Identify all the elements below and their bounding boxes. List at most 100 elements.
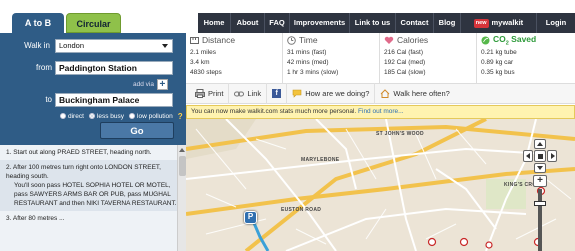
pan-center-button[interactable] [534,150,546,162]
new-badge: new [473,18,489,28]
banner-link[interactable]: Find out more... [358,108,404,115]
option-direct-label: direct [68,113,84,120]
radio-direct[interactable] [60,113,66,120]
map-pan-control [523,139,557,173]
house-icon [381,89,390,98]
ruler-icon [190,36,199,44]
directions-list: 1. Start out along PRAED STREET, heading… [0,145,186,251]
stat-line: 31 mins (fast) [287,49,327,56]
print-label: Print [208,89,224,98]
tab-a-to-b[interactable]: A to B [12,13,64,33]
add-via-control[interactable]: add via + [133,79,168,90]
walk-in-label: Walk in [24,41,50,50]
link-label: Link [247,89,262,98]
from-label: from [36,63,52,72]
co2-title-text: CO [493,33,506,44]
tab-circular[interactable]: Circular [66,13,121,33]
nav-improvements[interactable]: Improvements [290,13,350,33]
stat-co2-title: CO2 Saved [493,34,536,47]
feedback-button[interactable]: How are we doing? [287,83,376,104]
directions-scrollbar[interactable] [177,145,186,251]
heart-icon [384,36,394,44]
start-marker[interactable]: P [244,211,257,224]
from-field[interactable]: Paddington Station [55,61,173,75]
scroll-thumb[interactable] [178,156,186,176]
stat-line: 216 Cal (fast) [384,49,424,56]
top-bar: A to B Circular Home About FAQ Improveme… [0,0,575,33]
map-zoom-control: + [533,175,547,251]
stat-calories-title: Calories [397,35,429,45]
pan-up-button[interactable] [534,139,546,149]
option-low-pollution-label: low pollution [137,113,173,120]
option-less-busy[interactable]: less busy [88,113,125,120]
link-button[interactable]: Link [229,83,268,104]
radio-less-busy[interactable] [88,113,95,120]
speech-bubble-icon [292,89,302,98]
city-select-value: London [59,41,85,50]
mode-tabs: A to B Circular [12,13,123,33]
facebook-button[interactable]: f [267,83,288,104]
chevron-left-icon [526,153,530,159]
nav-blog[interactable]: Blog [434,13,461,33]
stat-line: 2.1 miles [190,49,217,56]
pan-down-button[interactable] [534,163,546,173]
option-less-busy-label: less busy [96,113,125,120]
scroll-up-icon[interactable] [179,148,185,152]
help-icon[interactable]: ? [178,112,183,121]
nav-home[interactable]: Home [198,13,231,33]
facebook-icon: f [272,89,282,98]
direction-step: 2. After 100 metres turn right onto LOND… [0,160,186,211]
main-nav: Home About FAQ Improvements Link to us C… [198,13,575,33]
stat-line: 1 hr 3 mins (slow) [287,69,339,76]
nav-login[interactable]: Login [537,13,575,33]
direction-step-text: 1. Start out along PRAED STREET, heading… [6,149,152,156]
stat-distance-title: Distance [202,35,236,45]
zoom-slider-handle[interactable] [534,201,546,206]
nav-contact[interactable]: Contact [396,13,434,33]
go-button[interactable]: Go [100,122,174,139]
to-label: to [45,95,52,104]
map-label: EUSTON ROAD [281,207,322,213]
zoom-slider-track[interactable] [538,189,542,251]
pan-left-button[interactable] [523,150,533,162]
print-button[interactable]: Print [190,83,230,104]
option-direct[interactable]: direct [60,113,84,120]
pan-right-button[interactable] [547,150,557,162]
nav-about[interactable]: About [231,13,265,33]
direction-step: 1. Start out along PRAED STREET, heading… [0,145,186,160]
stat-co2: CO2 Saved 0.21 kg tube 0.89 kg car 0.35 … [477,33,575,83]
stat-line: 192 Cal (med) [384,59,426,66]
add-via-button[interactable]: + [156,79,168,90]
nav-link-to-us[interactable]: Link to us [350,13,396,33]
direction-step: 3. After 80 metres ... [0,211,186,226]
nav-mywalkit[interactable]: new mywalkit [461,13,537,33]
to-field[interactable]: Buckingham Palace [55,93,173,107]
stat-distance-header: Distance [190,35,278,45]
stat-line: 3.4 km [190,59,210,66]
option-low-pollution[interactable]: low pollution [129,113,173,120]
direction-step-text: 2. After 100 metres turn right onto LOND… [6,164,161,180]
walk-here-button[interactable]: Walk here often? [375,83,454,104]
chevron-up-icon [537,142,543,146]
info-banner: You can now make walkit.com stats much m… [186,105,575,119]
action-toolbar: Print Link f How are we doing? Walk here… [186,83,575,104]
center-icon [537,154,543,159]
stat-distance: Distance 2.1 miles 3.4 km 4830 steps [186,33,283,83]
nav-mywalkit-label: mywalkit [491,18,524,27]
printer-icon [195,89,205,98]
zoom-in-button[interactable]: + [533,175,547,187]
chevron-down-icon [162,44,168,48]
route-map[interactable]: ST JOHN'S WOOD EUSTON ROAD MARYLEBONE KI… [186,119,575,251]
stat-calories-header: Calories [384,35,472,45]
map-label: MARYLEBONE [301,157,340,163]
stat-line: 185 Cal (slow) [384,69,426,76]
city-select[interactable]: London [55,39,173,53]
nav-faq[interactable]: FAQ [265,13,290,33]
stat-time: Time 31 mins (fast) 42 mins (med) 1 hr 3… [283,33,380,83]
stat-line: 0.89 kg car [481,59,514,66]
link-icon [234,91,245,96]
radio-low-pollution[interactable] [129,113,136,120]
chevron-down-icon [537,166,543,170]
clock-icon [287,35,296,45]
stat-time-header: Time [287,35,375,45]
